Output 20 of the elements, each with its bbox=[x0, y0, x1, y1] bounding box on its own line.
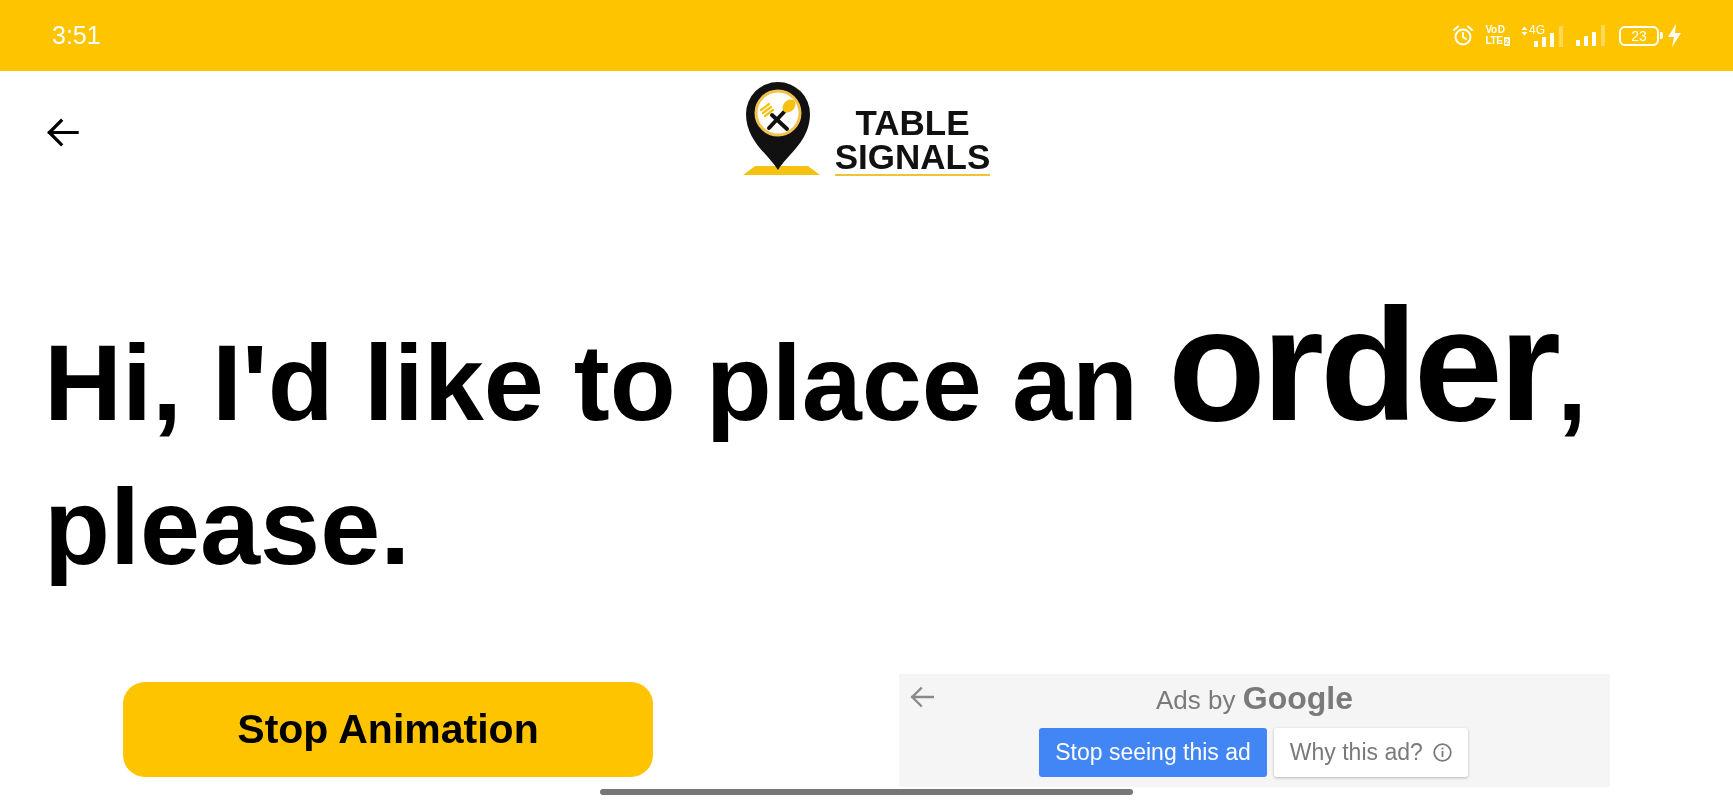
volte-label: Vo bbox=[1485, 25, 1497, 35]
alarm-clock-icon bbox=[1451, 25, 1474, 46]
info-icon bbox=[1432, 743, 1452, 762]
volte-letter-label: D bbox=[1497, 25, 1505, 35]
why-this-ad-button[interactable]: Why this ad? bbox=[1273, 728, 1468, 777]
map-pin-cutlery-icon bbox=[742, 79, 820, 175]
signal-bars-icon bbox=[1576, 25, 1606, 46]
lte-label: LTE bbox=[1485, 36, 1503, 46]
status-time: 3:51 bbox=[52, 23, 101, 48]
sim-badge: 2 bbox=[1503, 36, 1510, 46]
battery-indicator: 23 bbox=[1619, 25, 1659, 46]
data-arrows-icon bbox=[1521, 25, 1528, 36]
logo-text: TABLE bbox=[855, 106, 970, 140]
stop-seeing-ad-button[interactable]: Stop seeing this ad bbox=[1039, 728, 1267, 777]
battery-tip-icon bbox=[1660, 32, 1663, 39]
order-message: Hi, I'd like to place an order, please. bbox=[43, 287, 1588, 589]
ad-attribution: Ads by Google bbox=[1156, 683, 1353, 715]
logo-text: SIGNALS bbox=[834, 140, 991, 176]
network-type-label: 4G bbox=[1529, 24, 1545, 36]
stop-animation-button[interactable]: Stop Animation bbox=[123, 682, 653, 777]
